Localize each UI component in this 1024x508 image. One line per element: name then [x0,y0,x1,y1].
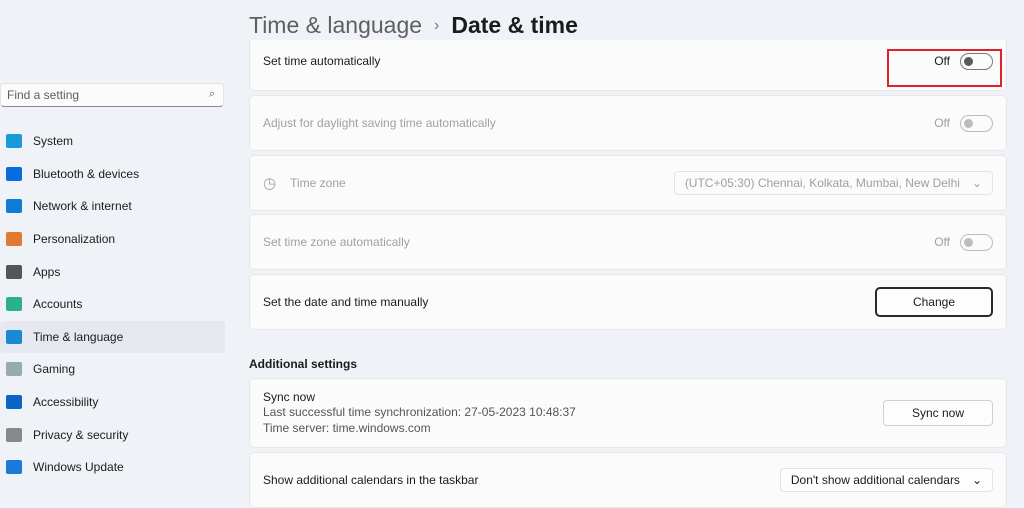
apps-icon [6,264,22,279]
row-label: Set time zone automatically [263,235,410,249]
daylight-saving-row: Adjust for daylight saving time automati… [249,95,1007,151]
toggle-state: Off [934,235,950,249]
set-date-time-manually-row: Set the date and time manually Change [249,274,1007,330]
sidebar-item-label: Privacy & security [33,427,129,442]
set-time-zone-automatically-toggle[interactable] [960,233,993,251]
sidebar-item-label: Accounts [33,297,83,312]
additional-settings-heading: Additional settings [249,357,357,371]
privacy-security-icon [6,427,22,442]
daylight-saving-toggle[interactable] [960,114,993,132]
accounts-icon [6,297,22,312]
sidebar-nav: System Bluetooth & devices Network & inter… [0,125,225,484]
sidebar-item-label: System [33,134,74,149]
clock-globe-icon: ◷ [263,175,277,192]
set-time-zone-automatically-row: Set time zone automatically Off [249,214,1007,270]
row-label: Show additional calendars in the taskbar [263,473,479,487]
page-title: Date & time [451,12,578,38]
sidebar-item-label: Time & language [33,329,124,344]
row-label: Set time automatically [263,54,381,68]
chevron-down-icon: ⌄ [971,473,982,487]
dropdown-value: Don't show additional calendars [790,473,960,487]
sidebar-item-label: Network & internet [33,199,132,214]
sidebar-item-gaming[interactable]: Gaming [0,353,225,386]
sync-now-row: Sync now Last successful time synchroniz… [249,378,1007,448]
sidebar-item-windows-update[interactable]: Windows Update [0,451,225,484]
additional-calendars-row: Show additional calendars in the taskbar… [249,452,1007,508]
chevron-down-icon: ⌄ [971,176,982,190]
time-zone-dropdown[interactable]: (UTC+05:30) Chennai, Kolkata, Mumbai, Ne… [673,171,993,195]
network-internet-icon [6,199,22,214]
breadcrumb-separator: › [434,16,440,34]
sidebar-item-bluetooth-devices[interactable]: Bluetooth & devices [0,158,225,191]
search-input[interactable]: Find a setting ⌕ [0,83,224,107]
breadcrumb: Time & language › Date & time [249,12,578,39]
sidebar-item-label: Accessibility [33,395,99,410]
system-icon [6,134,22,149]
windows-update-icon [6,460,22,475]
highlight-box [887,49,1002,87]
personalization-icon [6,232,22,247]
time-zone-row: ◷ Time zone (UTC+05:30) Chennai, Kolkata… [249,155,1007,211]
sidebar-item-accounts[interactable]: Accounts [0,288,225,321]
dropdown-value: (UTC+05:30) Chennai, Kolkata, Mumbai, Ne… [684,176,960,190]
sidebar-item-network-internet[interactable]: Network & internet [0,190,225,223]
row-label: Time zone [290,176,346,190]
sidebar-item-time-language[interactable]: Time & language [0,320,225,354]
gaming-icon [6,362,22,377]
sidebar-item-system[interactable]: System [0,125,225,158]
time-server: Time server: time.windows.com [263,420,431,435]
row-label: Adjust for daylight saving time automati… [263,116,496,130]
search-icon: ⌕ [208,88,215,100]
toggle-state: Off [934,116,950,130]
sidebar-item-label: Gaming [33,362,76,377]
sidebar-item-apps[interactable]: Apps [0,255,225,288]
row-label: Set the date and time manually [263,295,429,309]
change-button[interactable]: Change [874,287,993,317]
sidebar-item-personalization[interactable]: Personalization [0,223,225,256]
search-placeholder: Find a setting [7,88,80,102]
sidebar-item-accessibility[interactable]: Accessibility [0,386,225,419]
breadcrumb-parent[interactable]: Time & language [249,12,422,39]
bluetooth-devices-icon [6,166,22,181]
time-language-icon [6,329,22,344]
sidebar-item-label: Bluetooth & devices [33,166,140,181]
sidebar-item-privacy-security[interactable]: Privacy & security [0,418,225,451]
sync-now-button[interactable]: Sync now [882,400,993,426]
sidebar-item-label: Apps [33,264,61,279]
accessibility-icon [6,395,22,410]
sidebar-item-label: Personalization [33,232,116,247]
sync-title: Sync now [263,389,316,404]
sidebar-item-label: Windows Update [33,460,124,475]
calendars-dropdown[interactable]: Don't show additional calendars ⌄ [779,468,993,492]
last-sync: Last successful time synchronization: 27… [263,405,576,420]
